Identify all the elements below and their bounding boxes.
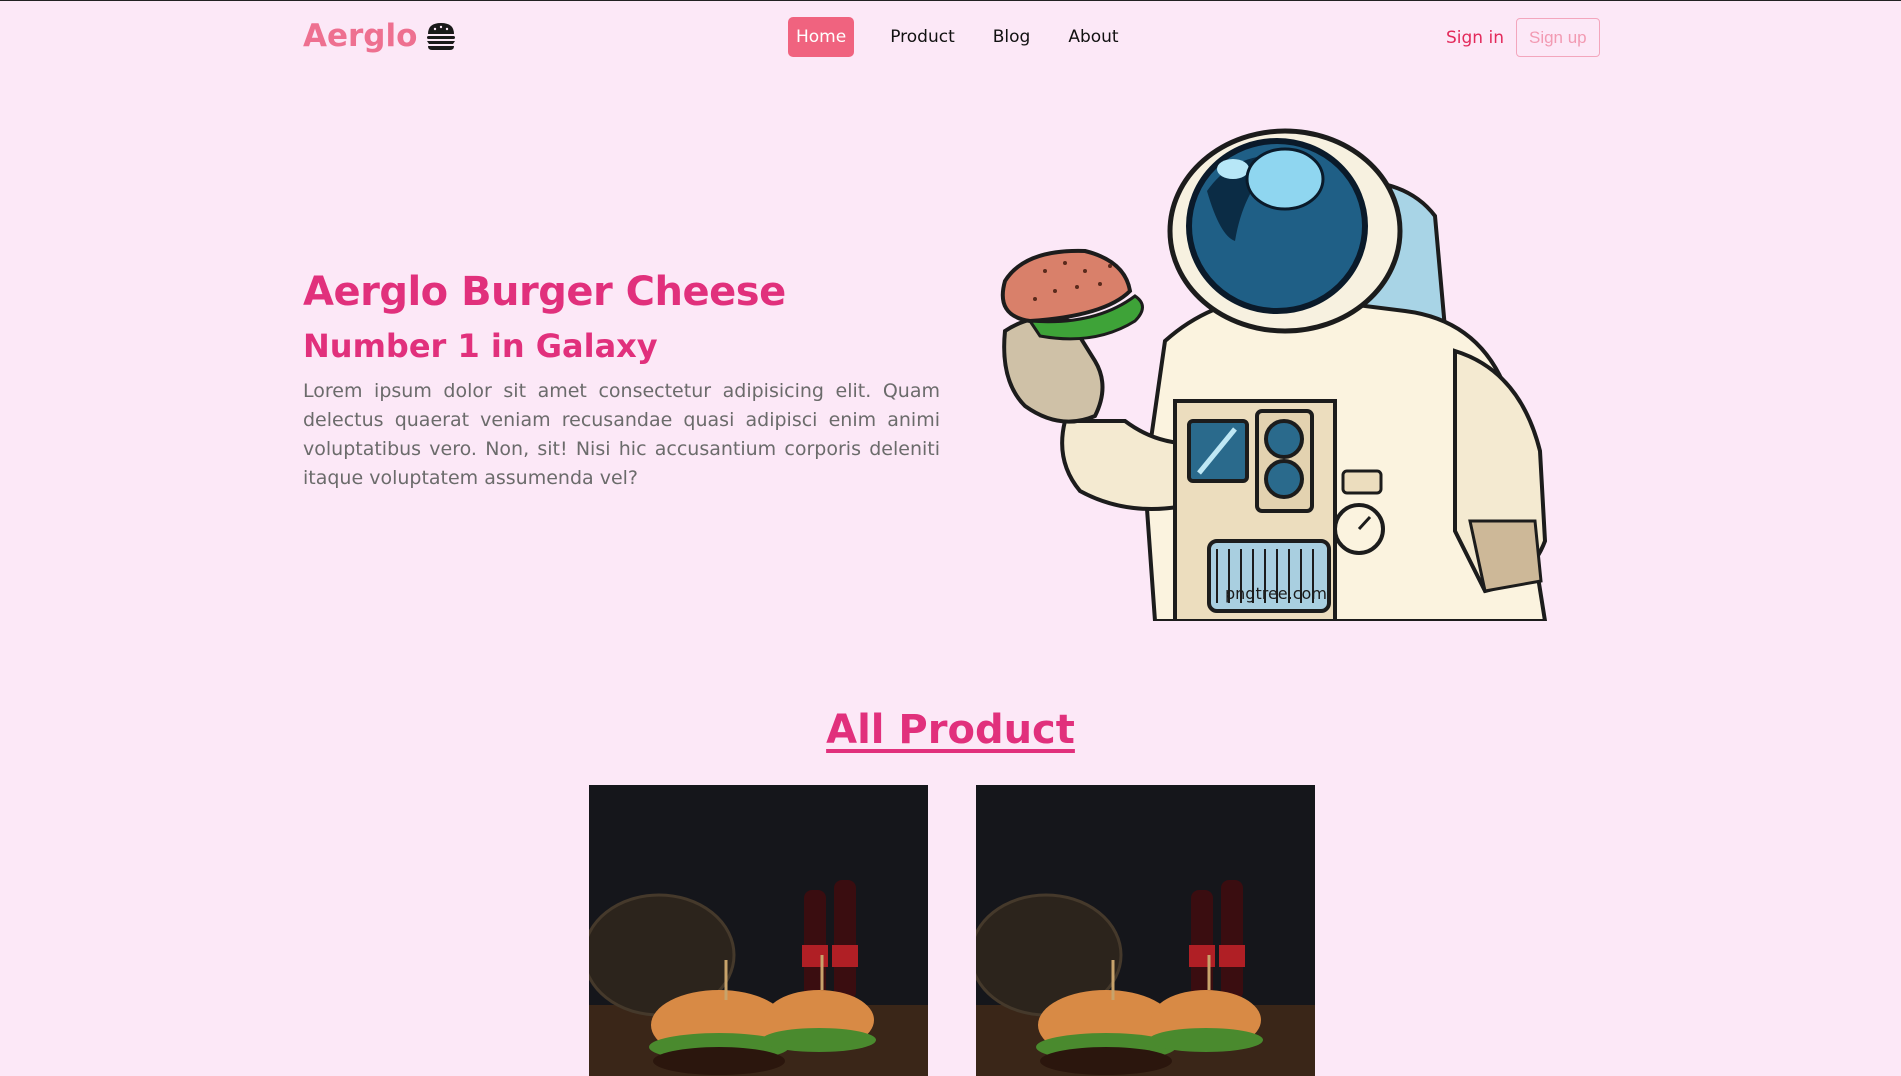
nav-product[interactable]: Product — [882, 17, 963, 57]
nav-home[interactable]: Home — [788, 17, 855, 57]
burger-photo — [976, 785, 1315, 1076]
burger-photo — [589, 785, 928, 1076]
hero-subtitle: Number 1 in Galaxy — [303, 327, 658, 365]
navbar: Aerglo Home Product Blog About Sign in S… — [0, 1, 1901, 73]
product-grid — [589, 785, 1315, 1076]
burger-icon — [425, 20, 457, 52]
products-title: All Product — [826, 707, 1075, 753]
signup-button[interactable]: Sign up — [1515, 18, 1600, 57]
nav-links: Home Product Blog About — [788, 17, 1149, 57]
nav-blog[interactable]: Blog — [985, 17, 1039, 57]
brand-logo[interactable]: Aerglo — [303, 18, 457, 54]
signin-link[interactable]: Sign in — [1446, 28, 1504, 48]
astronaut-burger-illustration: pngtree.com — [985, 121, 1605, 623]
watermark-text: pngtree.com — [1225, 584, 1327, 603]
hero-title: Aerglo Burger Cheese — [303, 269, 786, 315]
hero-section: Aerglo Burger Cheese Number 1 in Galaxy … — [303, 269, 940, 493]
product-card[interactable] — [976, 785, 1315, 1076]
product-card[interactable] — [589, 785, 928, 1076]
nav-about[interactable]: About — [1060, 17, 1126, 57]
brand-name: Aerglo — [303, 18, 418, 54]
hero-description: Lorem ipsum dolor sit amet consectetur a… — [303, 380, 940, 489]
auth-actions: Sign in Sign up — [1446, 18, 1600, 57]
